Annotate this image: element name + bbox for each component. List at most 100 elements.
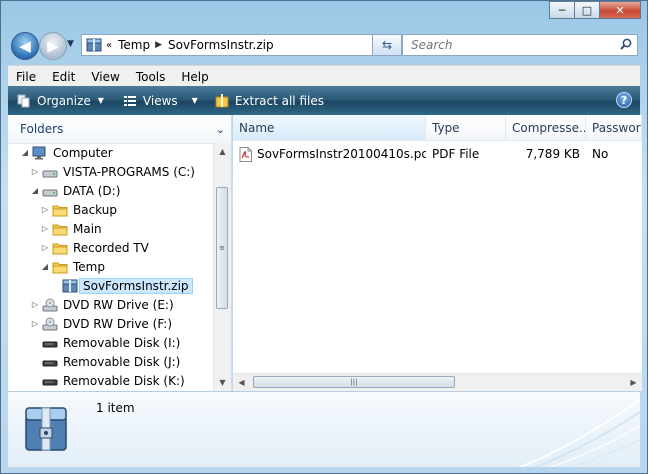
menu-bar: File Edit View Tools Help [8, 65, 640, 87]
navigation-bar: ◀ ▶ ▼ « Temp ▶ SovFormsInstr.zip ▼ ⇆ [9, 31, 639, 61]
tree-item[interactable]: ▷ Recorded TV [8, 238, 214, 257]
menu-file[interactable]: File [8, 70, 44, 84]
table-row[interactable]: SovFormsInstr20100410s.pdf PDF File 7,78… [233, 144, 642, 164]
tree-item-label: DVD RW Drive (E:) [63, 297, 174, 312]
tree-item-label: VISTA-PROGRAMS (C:) [63, 164, 195, 179]
drive-icon [42, 189, 58, 196]
tree-item[interactable]: ◢ Computer [8, 143, 214, 162]
tree-item[interactable]: ◢ Temp [8, 257, 214, 276]
scroll-right-icon[interactable]: ▶ [625, 374, 642, 391]
column-password[interactable]: Password ... [586, 115, 642, 140]
dvd-drive-icon [42, 317, 58, 330]
search-input[interactable] [409, 37, 613, 53]
collapsed-triangle-icon[interactable]: ▷ [30, 167, 40, 176]
file-type-cell: PDF File [432, 147, 480, 161]
breadcrumb-zip[interactable]: SovFormsInstr.zip [168, 38, 274, 52]
views-button[interactable]: Views ▼ [118, 93, 202, 109]
collapsed-triangle-icon[interactable]: ▷ [40, 243, 50, 252]
folders-title: Folders [20, 122, 64, 136]
menu-view[interactable]: View [83, 70, 127, 84]
command-bar: Organize ▼ Views ▼ Extract all files ? [8, 86, 640, 115]
expanded-triangle-icon[interactable]: ◢ [30, 186, 40, 195]
expanded-triangle-icon[interactable]: ◢ [40, 262, 50, 271]
tree-item-label: Main [73, 221, 102, 236]
back-button[interactable]: ◀ [11, 32, 39, 60]
help-button[interactable]: ? [616, 92, 632, 108]
zip-icon [86, 38, 102, 52]
help-icon: ? [620, 93, 628, 107]
tree-item[interactable]: ▷ Backup [8, 200, 214, 219]
removable-disk-icon [42, 341, 58, 347]
tree-scrollbar[interactable]: ▲ ≡ ▼ [213, 143, 231, 391]
forward-button[interactable]: ▶ [39, 32, 67, 60]
scroll-up-icon[interactable]: ▲ [214, 143, 231, 160]
tree-item[interactable]: Removable Disk (I:) [8, 333, 214, 352]
tree-item-label: DVD RW Drive (F:) [63, 316, 173, 331]
column-type[interactable]: Type [426, 115, 506, 140]
minimize-button[interactable]: ─ [549, 1, 575, 19]
maximize-button[interactable]: □ [574, 1, 600, 19]
content-horizontal-scrollbar[interactable]: ◀ ||| ▶ [233, 373, 642, 391]
file-compressed-cell: 7,789 KB [525, 147, 580, 161]
file-name-cell: SovFormsInstr20100410s.pdf [233, 146, 426, 162]
scroll-left-icon[interactable]: ◀ [233, 374, 250, 391]
collapsed-triangle-icon[interactable]: ▷ [30, 319, 40, 328]
collapsed-triangle-icon[interactable]: ▷ [40, 205, 50, 214]
tree-item-label: Removable Disk (J:) [63, 354, 181, 369]
tree-item[interactable]: Removable Disk (J:) [8, 352, 214, 371]
menu-tools[interactable]: Tools [128, 70, 174, 84]
collapsed-triangle-icon[interactable]: ▷ [40, 224, 50, 233]
navigation-pane: Folders ⌄ ◢ Computer ▷ VISTA-PROGRAMS (C:) ◢… [8, 115, 232, 391]
refresh-button[interactable]: ⇆ [372, 34, 402, 56]
tree-item[interactable]: SovFormsInstr.zip [8, 276, 214, 295]
folders-header[interactable]: Folders ⌄ [8, 115, 231, 144]
search-box [402, 34, 638, 56]
organize-button[interactable]: Organize ▼ [12, 93, 108, 109]
caption-buttons: ─ □ ✕ [549, 1, 641, 19]
breadcrumb-overflow[interactable]: « [106, 40, 112, 51]
tree-item[interactable]: ◢ DATA (D:) [8, 181, 214, 200]
recent-pages-dropdown[interactable]: ▼ [67, 39, 74, 49]
tree-item[interactable]: Removable Disk (K:) [8, 371, 214, 390]
file-list: Name Type Compresse... Password ... SovF… [233, 115, 642, 391]
column-compressed-size[interactable]: Compresse... [506, 115, 586, 140]
tree-item[interactable]: ▷ VISTA-PROGRAMS (C:) [8, 162, 214, 181]
scroll-thumb[interactable]: ≡ [216, 187, 228, 309]
decorative-swoosh [519, 399, 640, 467]
folder-icon [52, 262, 68, 273]
search-icon[interactable] [620, 38, 632, 50]
chevron-down-icon[interactable]: ⌄ [216, 123, 225, 136]
breadcrumb-temp[interactable]: Temp [118, 38, 150, 52]
horizontal-scroll-thumb[interactable]: ||| [253, 376, 455, 388]
breadcrumb-arrow-icon[interactable]: ▶ [155, 40, 162, 50]
extract-zip-icon [215, 93, 229, 107]
extract-all-button[interactable]: Extract all files [210, 93, 328, 109]
file-name: SovFormsInstr20100410s.pdf [257, 147, 426, 161]
folder-icon [52, 224, 68, 235]
forward-arrow-icon: ▶ [47, 37, 59, 55]
tree-item[interactable]: ▷ DVD RW Drive (E:) [8, 295, 214, 314]
expanded-triangle-icon[interactable]: ◢ [20, 148, 30, 157]
dvd-drive-icon [42, 298, 58, 311]
menu-help[interactable]: Help [173, 70, 216, 84]
tree-item[interactable]: ▷ Main [8, 219, 214, 238]
organize-label: Organize [37, 93, 91, 108]
removable-disk-icon [42, 379, 58, 385]
close-button[interactable]: ✕ [599, 1, 641, 19]
address-bar[interactable]: « Temp ▶ SovFormsInstr.zip ▼ [81, 34, 401, 56]
tree-item-label: Temp [73, 259, 105, 274]
chevron-down-icon[interactable]: ▼ [192, 96, 198, 105]
tree-item[interactable]: ▷ DVD RW Drive (F:) [8, 314, 214, 333]
column-name[interactable]: Name [233, 115, 426, 140]
drive-icon [42, 170, 58, 177]
tree-item-label: Removable Disk (K:) [63, 373, 185, 388]
chevron-down-icon: ▼ [97, 96, 104, 105]
collapsed-triangle-icon[interactable]: ▷ [30, 300, 40, 309]
menu-edit[interactable]: Edit [44, 70, 83, 84]
views-icon [123, 95, 136, 106]
scroll-down-icon[interactable]: ▼ [214, 374, 231, 391]
views-label: Views [142, 93, 178, 108]
computer-icon [32, 146, 46, 159]
details-pane: 1 item [8, 391, 640, 467]
zip-archive-large-icon [25, 407, 67, 451]
